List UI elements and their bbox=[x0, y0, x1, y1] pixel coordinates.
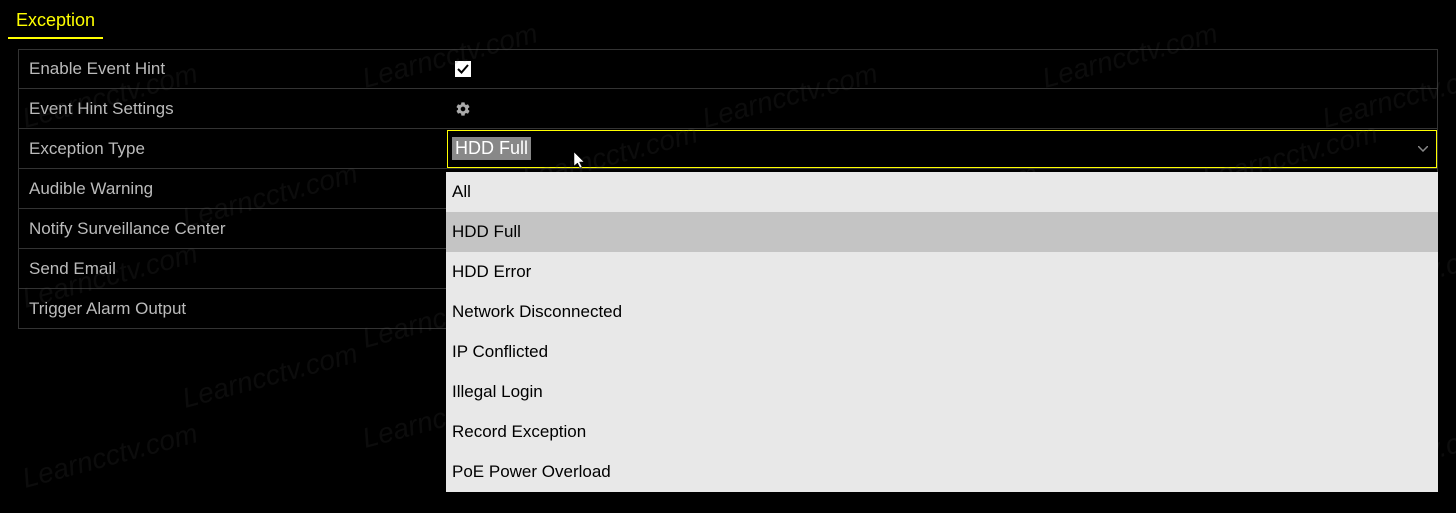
checkbox-enable-event-hint[interactable] bbox=[455, 61, 471, 77]
label-send-email: Send Email bbox=[19, 259, 447, 279]
watermark: Learncctv.com bbox=[179, 337, 361, 414]
dropdown-option[interactable]: All bbox=[446, 172, 1438, 212]
label-audible-warning: Audible Warning bbox=[19, 179, 447, 199]
label-exception-type: Exception Type bbox=[19, 139, 447, 159]
dropdown-option[interactable]: PoE Power Overload bbox=[446, 452, 1438, 492]
row-enable-event-hint: Enable Event Hint bbox=[18, 49, 1438, 89]
row-exception-type: Exception Type HDD Full bbox=[18, 129, 1438, 169]
label-enable-event-hint: Enable Event Hint bbox=[19, 59, 447, 79]
dropdown-option[interactable]: IP Conflicted bbox=[446, 332, 1438, 372]
check-icon bbox=[457, 63, 469, 75]
page-title: Exception bbox=[8, 0, 103, 39]
dropdown-exception-type: AllHDD FullHDD ErrorNetwork Disconnected… bbox=[446, 172, 1438, 492]
row-event-hint-settings: Event Hint Settings bbox=[18, 89, 1438, 129]
chevron-down-icon bbox=[1418, 146, 1428, 152]
dropdown-option[interactable]: Record Exception bbox=[446, 412, 1438, 452]
label-event-hint-settings: Event Hint Settings bbox=[19, 99, 447, 119]
gear-icon[interactable] bbox=[455, 101, 471, 117]
label-notify-surveillance: Notify Surveillance Center bbox=[19, 219, 447, 239]
select-value: HDD Full bbox=[452, 137, 531, 160]
dropdown-option[interactable]: HDD Error bbox=[446, 252, 1438, 292]
dropdown-option[interactable]: Illegal Login bbox=[446, 372, 1438, 412]
watermark: Learncctv.com bbox=[19, 417, 201, 494]
select-exception-type[interactable]: HDD Full bbox=[447, 130, 1437, 168]
dropdown-option[interactable]: HDD Full bbox=[446, 212, 1438, 252]
label-trigger-alarm: Trigger Alarm Output bbox=[19, 299, 447, 319]
dropdown-option[interactable]: Network Disconnected bbox=[446, 292, 1438, 332]
